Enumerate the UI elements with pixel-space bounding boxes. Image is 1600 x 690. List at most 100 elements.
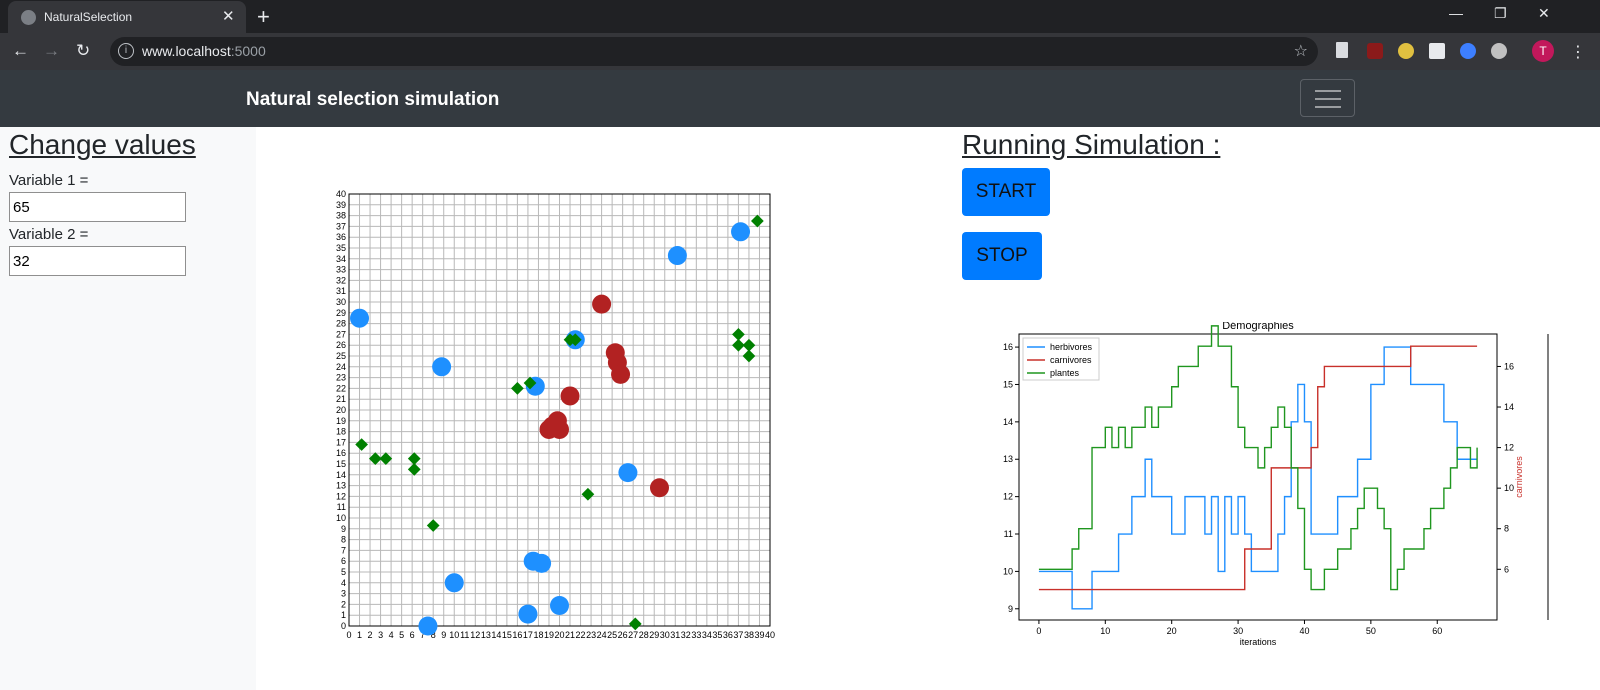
variable2-label: Variable 2 = bbox=[9, 226, 89, 243]
x-tick-label: 50 bbox=[1366, 626, 1376, 636]
hamburger-icon bbox=[1315, 90, 1341, 92]
y-tick-label: 10 bbox=[1003, 566, 1013, 576]
y-tick-label: 10 bbox=[336, 513, 346, 523]
record-extension-icon[interactable] bbox=[1491, 43, 1507, 59]
plant-point bbox=[581, 487, 595, 501]
carnivore-point bbox=[560, 386, 580, 406]
plant-point bbox=[742, 349, 756, 363]
carnivore-point bbox=[649, 478, 669, 498]
x-tick-label: 23 bbox=[586, 630, 596, 640]
right-y-tick-label: 8 bbox=[1504, 524, 1509, 534]
x-tick-label: 2 bbox=[368, 630, 373, 640]
x-tick-label: 36 bbox=[723, 630, 733, 640]
x-tick-label: 22 bbox=[576, 630, 586, 640]
series-line-herbivores bbox=[1038, 346, 1478, 610]
x-axis-label: iterations bbox=[1240, 637, 1277, 647]
y-tick-label: 33 bbox=[336, 265, 346, 275]
ublock-extension-icon[interactable] bbox=[1367, 43, 1383, 59]
react-extension-icon[interactable] bbox=[1460, 43, 1476, 59]
new-tab-icon[interactable]: + bbox=[257, 4, 270, 30]
restore-icon[interactable]: ❐ bbox=[1494, 5, 1507, 22]
close-tab-icon[interactable]: ✕ bbox=[222, 7, 235, 25]
forward-icon[interactable]: → bbox=[43, 41, 60, 61]
x-tick-label: 14 bbox=[491, 630, 501, 640]
y-tick-label: 26 bbox=[336, 340, 346, 350]
y-tick-label: 11 bbox=[337, 502, 346, 512]
y-tick-label: 2 bbox=[341, 599, 346, 609]
x-tick-label: 3 bbox=[378, 630, 383, 640]
y-tick-label: 5 bbox=[341, 567, 346, 577]
browser-tab[interactable]: NaturalSelection ✕ bbox=[8, 1, 246, 33]
y-tick-label: 36 bbox=[336, 232, 346, 242]
y-tick-label: 12 bbox=[336, 491, 346, 501]
y-tick-label: 35 bbox=[336, 243, 346, 253]
x-tick-label: 26 bbox=[618, 630, 628, 640]
profile-avatar[interactable]: T bbox=[1532, 40, 1554, 62]
y-tick-label: 16 bbox=[336, 448, 346, 458]
menu-toggle-button[interactable] bbox=[1300, 79, 1355, 117]
url-port: :5000 bbox=[230, 43, 266, 59]
y-tick-label: 14 bbox=[1003, 417, 1013, 427]
start-button[interactable]: START bbox=[962, 168, 1050, 216]
x-tick-label: 0 bbox=[346, 630, 351, 640]
herbivore-point bbox=[418, 616, 438, 636]
y-tick-label: 19 bbox=[336, 416, 346, 426]
herbivore-point bbox=[350, 308, 370, 328]
stop-button[interactable]: STOP bbox=[962, 232, 1042, 280]
x-tick-label: 29 bbox=[649, 630, 659, 640]
x-tick-label: 13 bbox=[481, 630, 491, 640]
plant-point bbox=[379, 452, 393, 465]
x-tick-label: 10 bbox=[1100, 626, 1110, 636]
y-tick-label: 8 bbox=[341, 535, 346, 545]
variable1-input[interactable] bbox=[9, 192, 186, 222]
close-window-icon[interactable]: ✕ bbox=[1538, 5, 1550, 22]
hamburger-line bbox=[1315, 106, 1341, 108]
plant-point bbox=[426, 519, 440, 532]
y-tick-label: 3 bbox=[341, 589, 346, 599]
app-navbar: Natural selection simulation bbox=[0, 70, 1600, 127]
plant-point bbox=[628, 617, 642, 631]
x-tick-label: 27 bbox=[628, 630, 638, 640]
x-tick-label: 9 bbox=[441, 630, 446, 640]
address-bar[interactable]: i www.localhost:5000 ☆ bbox=[110, 37, 1318, 66]
right-y-tick-label: 16 bbox=[1504, 361, 1514, 371]
x-tick-label: 60 bbox=[1432, 626, 1442, 636]
right-y-tick-label: 10 bbox=[1504, 483, 1514, 493]
y-tick-label: 7 bbox=[341, 545, 346, 555]
y-tick-label: 39 bbox=[336, 200, 346, 210]
info-icon[interactable]: i bbox=[118, 43, 134, 59]
minimize-icon[interactable]: — bbox=[1449, 5, 1463, 21]
x-tick-label: 39 bbox=[754, 630, 764, 640]
x-tick-label: 5 bbox=[399, 630, 404, 640]
y-tick-label: 37 bbox=[336, 221, 346, 231]
tab-title: NaturalSelection bbox=[44, 10, 133, 24]
x-tick-label: 4 bbox=[389, 630, 394, 640]
url-host: www.localhost bbox=[142, 43, 231, 59]
herbivore-point bbox=[432, 357, 452, 377]
bookmark-star-icon[interactable]: ☆ bbox=[1294, 41, 1308, 61]
x-tick-label: 21 bbox=[565, 630, 575, 640]
y-tick-label: 32 bbox=[336, 275, 346, 285]
y-tick-label: 15 bbox=[336, 459, 346, 469]
change-values-heading: Change values bbox=[9, 129, 196, 160]
chrome-extension-icon[interactable] bbox=[1398, 43, 1414, 59]
browser-menu-icon[interactable]: ⋮ bbox=[1570, 42, 1586, 62]
right-y-tick-label: 6 bbox=[1504, 564, 1509, 574]
document-extension-icon[interactable] bbox=[1336, 42, 1348, 58]
reload-icon[interactable]: ↻ bbox=[76, 41, 90, 61]
y-tick-label: 24 bbox=[336, 362, 346, 372]
wappalyzer-extension-icon[interactable] bbox=[1429, 43, 1445, 59]
carnivore-point bbox=[592, 294, 612, 314]
herbivore-point bbox=[618, 463, 638, 483]
x-tick-label: 40 bbox=[1299, 626, 1309, 636]
navbar-brand[interactable]: Natural selection simulation bbox=[246, 89, 499, 111]
back-icon[interactable]: ← bbox=[12, 41, 29, 61]
herbivore-point bbox=[550, 595, 569, 615]
herbivore-point bbox=[532, 553, 552, 573]
x-tick-label: 19 bbox=[544, 630, 554, 640]
x-tick-label: 33 bbox=[691, 630, 701, 640]
hamburger-line bbox=[1315, 98, 1341, 100]
x-tick-label: 40 bbox=[765, 630, 775, 640]
carnivore-point bbox=[542, 416, 562, 436]
variable2-input[interactable] bbox=[9, 246, 186, 276]
